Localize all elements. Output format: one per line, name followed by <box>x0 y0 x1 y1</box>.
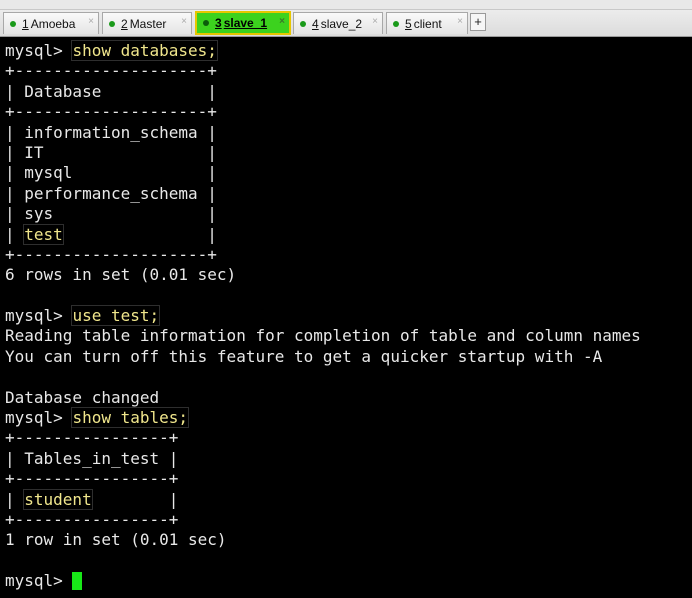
status-dot-icon <box>10 20 16 27</box>
table-border: | <box>5 489 25 509</box>
terminal-line: You can turn off this feature to get a q… <box>5 347 691 367</box>
terminal-line: | Tables_in_test | <box>5 449 691 469</box>
terminal-line: | sys | <box>5 204 691 224</box>
terminal-line: Database changed <box>5 388 691 408</box>
tab-number: 2 <box>121 16 128 31</box>
tab-client[interactable]: 5 client × <box>386 12 468 34</box>
output-text: +--------------------+ <box>5 102 217 122</box>
terminal-line: | Database | <box>5 82 691 102</box>
mysql-prompt: mysql> <box>5 41 73 60</box>
tab-master[interactable]: 2 Master × <box>102 12 192 34</box>
output-text: +----------------+ <box>5 469 179 489</box>
tab-slave-1[interactable]: 3 slave_1 × <box>195 11 291 35</box>
mysql-prompt: mysql> <box>5 408 73 428</box>
tab-number: 3 <box>215 16 222 30</box>
status-dot-icon <box>300 20 306 27</box>
output-text: | mysql | <box>5 163 217 183</box>
terminal-line: +----------------+ <box>5 469 691 489</box>
output-text: | Tables_in_test | <box>5 448 179 468</box>
terminal-line: | IT | <box>5 143 691 163</box>
terminal-line: +--------------------+ <box>5 61 691 81</box>
output-text: | sys | <box>5 204 217 224</box>
tab-number: 5 <box>405 16 412 31</box>
terminal-line: +----------------+ <box>5 510 691 530</box>
output-text: 6 rows in set (0.01 sec) <box>5 265 237 285</box>
close-icon[interactable]: × <box>372 16 378 27</box>
output-text: +----------------+ <box>5 509 179 529</box>
command-text: show tables; <box>71 407 190 429</box>
mysql-prompt: mysql> <box>5 571 73 591</box>
output-text: +----------------+ <box>5 428 179 448</box>
output-text: You can turn off this feature to get a q… <box>5 346 603 366</box>
tab-slave-2[interactable]: 4 slave_2 × <box>293 12 383 34</box>
close-icon[interactable]: × <box>279 16 285 27</box>
terminal-line: mysql> <box>5 571 691 591</box>
tab-label: slave_1 <box>223 16 268 30</box>
table-border: | <box>62 224 217 244</box>
output-text: 1 row in set (0.01 sec) <box>5 530 227 550</box>
close-icon[interactable]: × <box>457 16 463 27</box>
output-text: Database changed <box>5 387 160 407</box>
terminal-line: mysql> show databases; <box>5 40 691 61</box>
new-tab-button[interactable]: + <box>470 13 486 31</box>
mysql-prompt: mysql> <box>5 306 73 326</box>
tab-label: client <box>413 16 442 31</box>
tab-bar: 1 Amoeba × 2 Master × 3 slave_1 × 4 slav… <box>0 0 692 37</box>
tab-amoeba[interactable]: 1 Amoeba × <box>3 12 99 34</box>
highlighted-value: test <box>23 223 64 245</box>
tab-label: Amoeba <box>30 16 76 31</box>
table-border: | <box>5 224 25 244</box>
output-text: | Database | <box>5 81 217 101</box>
highlighted-value: student <box>23 488 93 510</box>
tab-label: slave_2 <box>320 16 363 31</box>
terminal-line: Reading table information for completion… <box>5 326 691 346</box>
terminal-line: 1 row in set (0.01 sec) <box>5 530 691 550</box>
tab-label: Master <box>129 16 167 31</box>
terminal-line: +--------------------+ <box>5 102 691 122</box>
close-icon[interactable]: × <box>88 16 94 27</box>
terminal-line: | performance_schema | <box>5 184 691 204</box>
terminal-line: 6 rows in set (0.01 sec) <box>5 265 691 285</box>
terminal-line: mysql> use test; <box>5 305 691 327</box>
output-text: +--------------------+ <box>5 244 217 264</box>
output-text: | information_schema | <box>5 122 217 142</box>
status-dot-icon <box>109 20 115 27</box>
tab-number: 4 <box>312 16 319 31</box>
terminal-line: | student | <box>5 488 691 510</box>
tab-number: 1 <box>22 16 29 31</box>
table-border: | <box>91 489 179 509</box>
status-dot-icon <box>203 20 209 26</box>
output-text: | IT | <box>5 142 217 162</box>
cursor-block <box>72 571 83 590</box>
command-text: use test; <box>71 305 161 327</box>
terminal-line: | test | <box>5 223 691 245</box>
terminal-line: +--------------------+ <box>5 245 691 265</box>
status-dot-icon <box>393 20 399 27</box>
output-text: Reading table information for completion… <box>5 326 641 346</box>
terminal-output[interactable]: mysql> show databases; +-----------------… <box>5 40 691 592</box>
close-icon[interactable]: × <box>181 16 187 27</box>
terminal-line: +----------------+ <box>5 428 691 448</box>
output-text: +--------------------+ <box>5 61 217 81</box>
terminal-line: mysql> show tables; <box>5 407 691 429</box>
command-text: show databases; <box>71 40 218 61</box>
output-text: | performance_schema | <box>5 183 217 203</box>
terminal-line: | information_schema | <box>5 123 691 143</box>
terminal-line: | mysql | <box>5 163 691 183</box>
